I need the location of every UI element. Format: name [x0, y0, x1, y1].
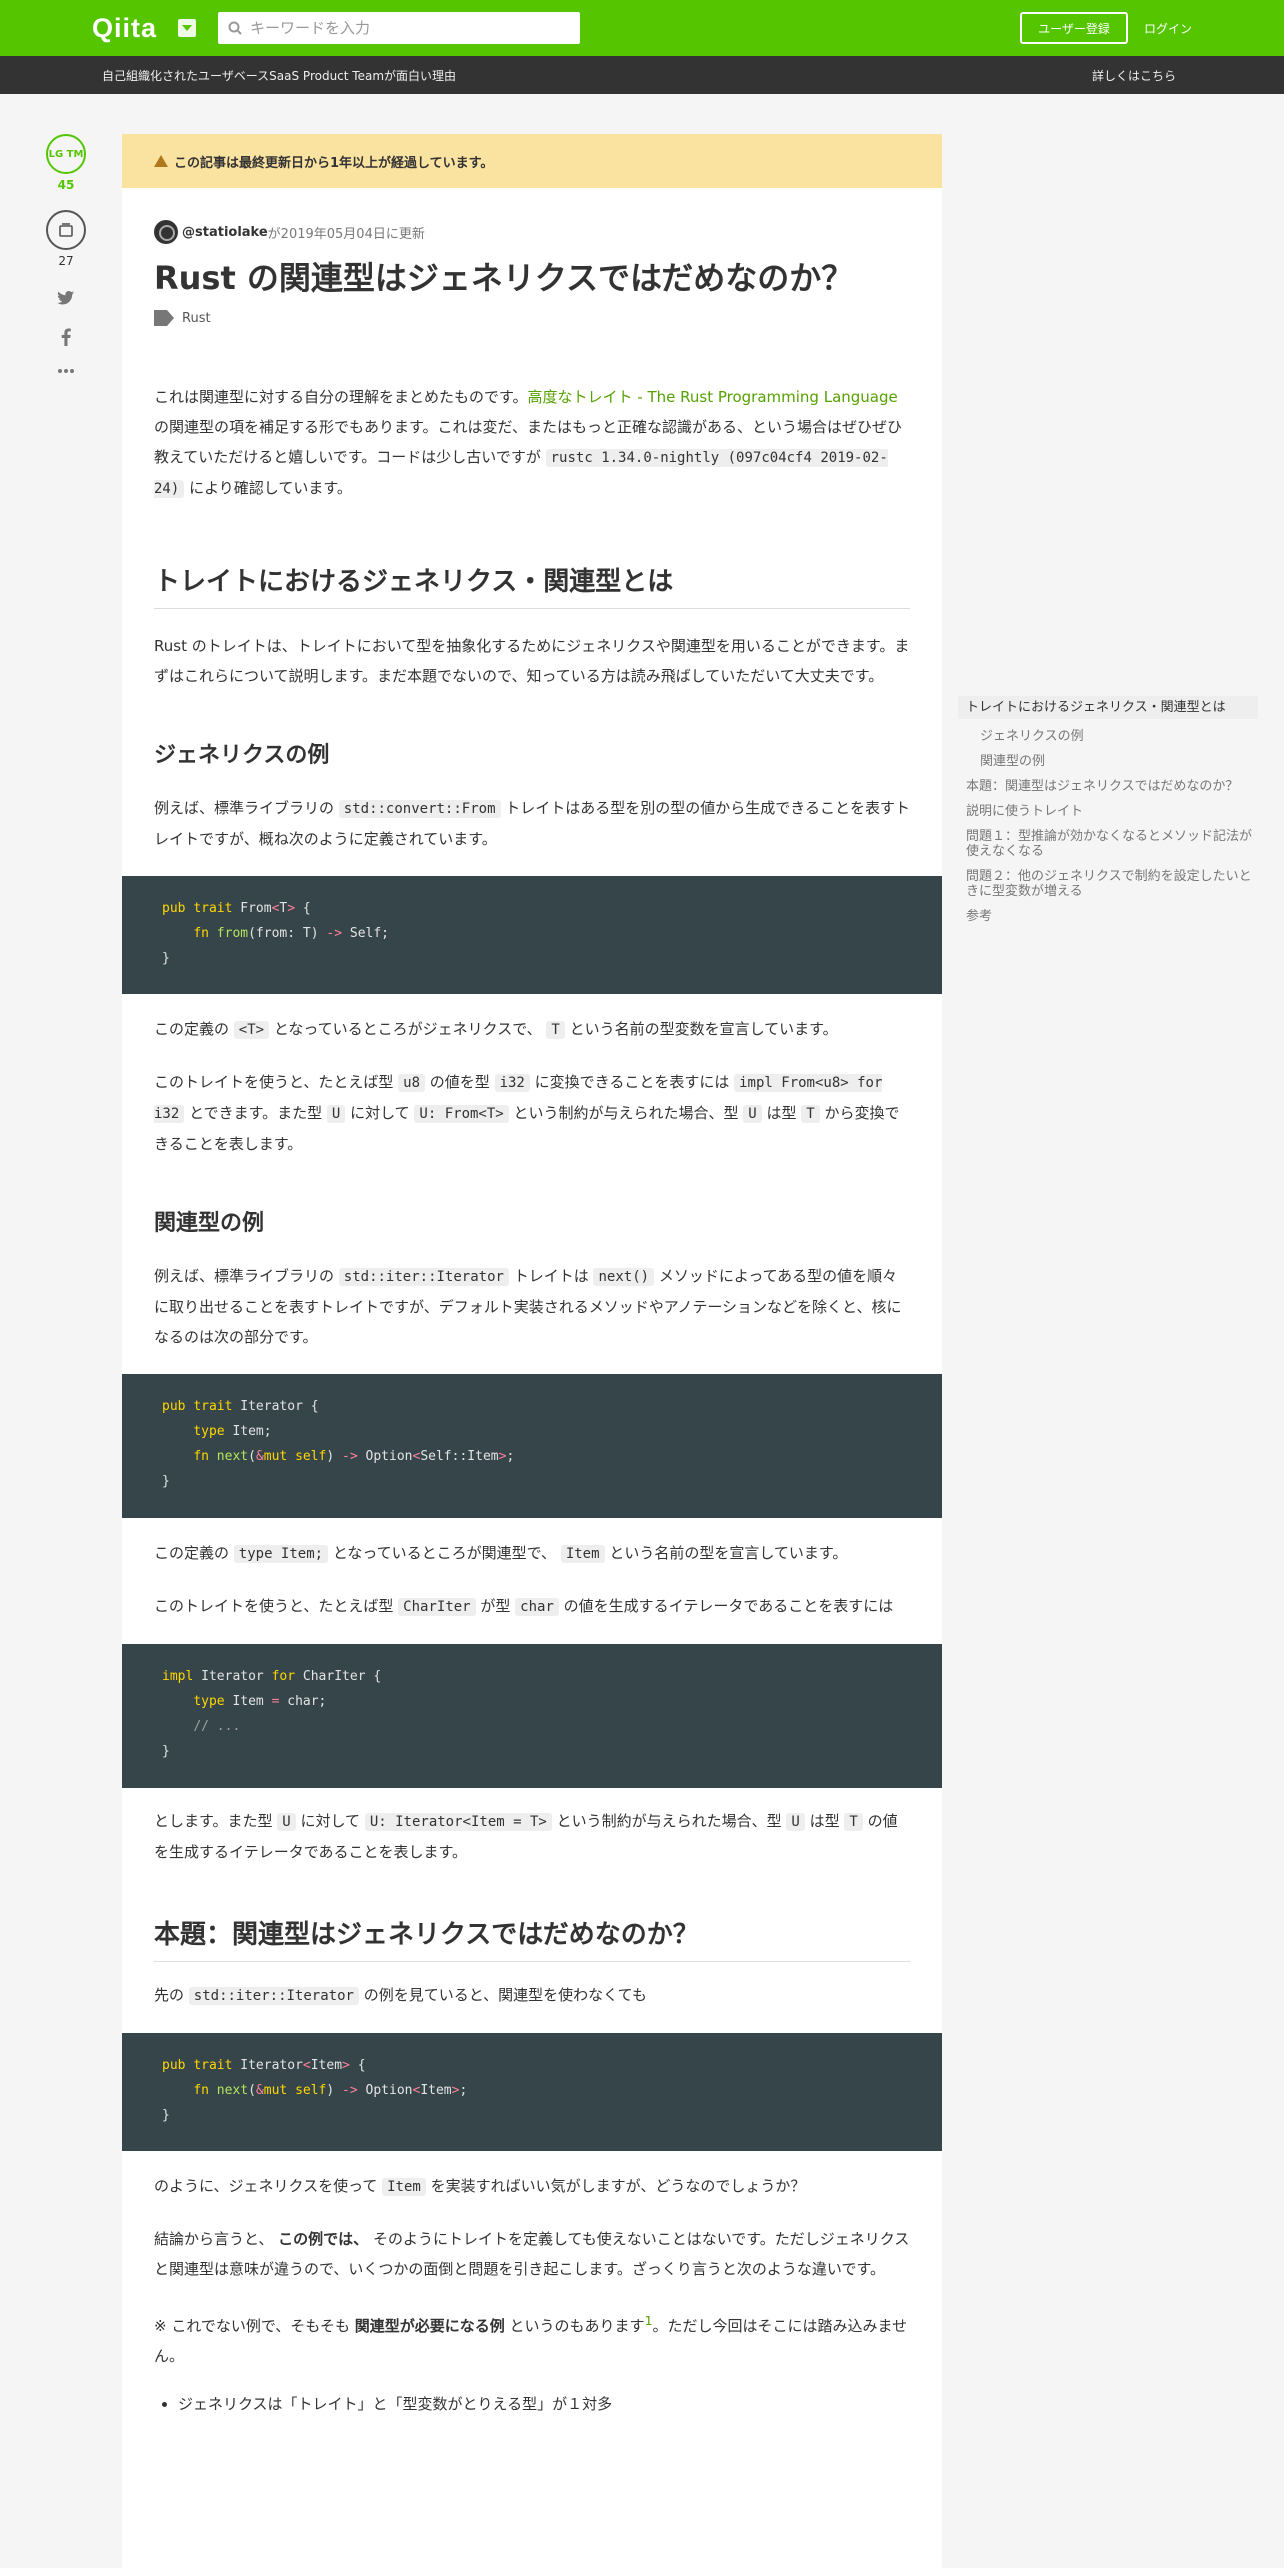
toc-item[interactable]: トレイトにおけるジェネリクス・関連型とは — [958, 696, 1258, 719]
lgtm-button[interactable]: LG TM — [46, 134, 86, 174]
author-link[interactable]: @statiolake — [182, 225, 268, 240]
code-block-from: pub trait From<T> { fn from(from: T) -> … — [122, 876, 942, 994]
code-block-iterator: pub trait Iterator { type Item; fn next(… — [122, 1374, 942, 1518]
signup-button[interactable]: ユーザー登録 — [1020, 12, 1128, 44]
site-header: Qiita ユーザー登録 ログイン — [0, 0, 1284, 56]
paragraph: のように、ジェネリクスを使って Item を実装すればいい気がしますが、どうなの… — [154, 2177, 806, 2196]
warning-icon — [154, 155, 168, 167]
promo-more-link[interactable]: 詳しくはこちら — [1092, 67, 1176, 84]
toc-item[interactable]: ジェネリクスの例 — [958, 729, 1258, 744]
intro-paragraph: これは関連型に対する自分の理解をまとめたものです。高度なトレイト - The R… — [154, 388, 903, 498]
toc-item[interactable]: 説明に使うトレイト — [958, 804, 1258, 819]
warning-text: この記事は最終更新日から1年以上が経過しています。 — [174, 155, 494, 171]
subheading-generics-example: ジェネリクスの例 — [154, 743, 330, 768]
paragraph: 例えば、標準ライブラリの std::convert::From トレイトはある型… — [154, 799, 910, 848]
section-heading-main-question: 本題：関連型はジェネリクスではだめなのか？ — [154, 1917, 910, 1962]
article-title: Rust の関連型はジェネリクスではだめなのか？ — [154, 259, 854, 297]
tag-list: Rust — [154, 310, 910, 326]
stock-count: 27 — [58, 254, 74, 268]
outdated-warning: この記事は最終更新日から1年以上が経過しています。 — [122, 134, 942, 188]
stock-button[interactable] — [46, 210, 86, 250]
paragraph: このトレイトを使うと、たとえば型 u8 の値を型 i32 に変換できることを表す… — [154, 1073, 900, 1153]
search-icon — [228, 21, 242, 35]
search-input[interactable] — [250, 19, 550, 37]
paragraph: 例えば、標準ライブラリの std::iter::Iterator トレイトは n… — [154, 1267, 902, 1346]
paragraph: ※ これでない例で、そもそも 関連型が必要になる例 というのもあります1。ただし… — [154, 2313, 908, 2365]
twitter-icon[interactable] — [44, 290, 88, 306]
tag-rust[interactable]: Rust — [182, 311, 211, 326]
facebook-icon[interactable] — [44, 328, 88, 346]
toc-item[interactable]: 問題２：他のジェネリクスで制約を設定したいときに型変数が増える — [958, 869, 1258, 899]
table-of-contents: トレイトにおけるジェネリクス・関連型とは ジェネリクスの例 関連型の例 本題：関… — [958, 696, 1258, 934]
avatar[interactable] — [154, 220, 178, 244]
qiita-logo[interactable]: Qiita — [92, 13, 157, 44]
subheading-associated-example: 関連型の例 — [154, 1211, 265, 1236]
code-block-iterator-generic: pub trait Iterator<Item> { fn next(&mut … — [122, 2033, 942, 2151]
tag-icon — [154, 310, 174, 326]
paragraph: Rust のトレイトは、トレイトにおいて型を抽象化するためにジェネリクスや関連型… — [154, 637, 910, 685]
paragraph: 結論から言うと、 この例では、 そのようにトレイトを定義しても使えないことはない… — [154, 2230, 910, 2278]
updated-date: が2019年05月04日に更新 — [267, 226, 425, 242]
chevron-down-icon[interactable] — [178, 19, 196, 37]
paragraph: この定義の type Item; となっているところが関連型で、 Item とい… — [154, 1544, 848, 1563]
folder-icon — [59, 223, 73, 237]
more-options-icon[interactable] — [44, 368, 88, 374]
paragraph: 先の std::iter::Iterator の例を見ていると、関連型を使わなく… — [154, 1986, 647, 2005]
promo-text[interactable]: 自己組織化されたユーザベースSaaS Product Teamが面白い理由 — [102, 67, 456, 84]
toc-item[interactable]: 本題：関連型はジェネリクスではだめなのか？ — [958, 779, 1258, 794]
code-block-impl-chariter: impl Iterator for CharIter { type Item =… — [122, 1644, 942, 1788]
promo-bar: 自己組織化されたユーザベースSaaS Product Teamが面白い理由 詳し… — [0, 56, 1284, 94]
list-item: ジェネリクスは「トレイト」と「型変数がとりえる型」が１対多 — [178, 2389, 910, 2419]
search-box[interactable] — [218, 12, 580, 44]
paragraph: この定義の <T> となっているところがジェネリクスで、 T という名前の型変数… — [154, 1020, 838, 1039]
toc-item[interactable]: 問題１：型推論が効かなくなるとメソッド記法が使えなくなる — [958, 829, 1258, 859]
toc-item[interactable]: 関連型の例 — [958, 754, 1258, 769]
lgtm-count: 45 — [57, 178, 75, 192]
paragraph: とします。また型 U に対して U: Iterator<Item = T> とい… — [154, 1812, 898, 1861]
article-actions: LG TM 45 27 — [44, 134, 88, 374]
difference-list: ジェネリクスは「トレイト」と「型変数がとりえる型」が１対多 — [154, 2389, 910, 2419]
login-link[interactable]: ログイン — [1144, 20, 1192, 37]
toc-item[interactable]: 参考 — [958, 909, 1258, 924]
article-meta: @statiolake が2019年05月04日に更新 — [154, 220, 910, 244]
article: この記事は最終更新日から1年以上が経過しています。 @statiolake が2… — [122, 134, 942, 2568]
trpl-link[interactable]: 高度なトレイト - The Rust Programming Language — [528, 388, 898, 406]
section-heading-generics-associated: トレイトにおけるジェネリクス・関連型とは — [154, 564, 910, 609]
footnote-link[interactable]: 1 — [645, 2313, 653, 2328]
paragraph: このトレイトを使うと、たとえば型 CharIter が型 char の値を生成す… — [154, 1597, 894, 1616]
